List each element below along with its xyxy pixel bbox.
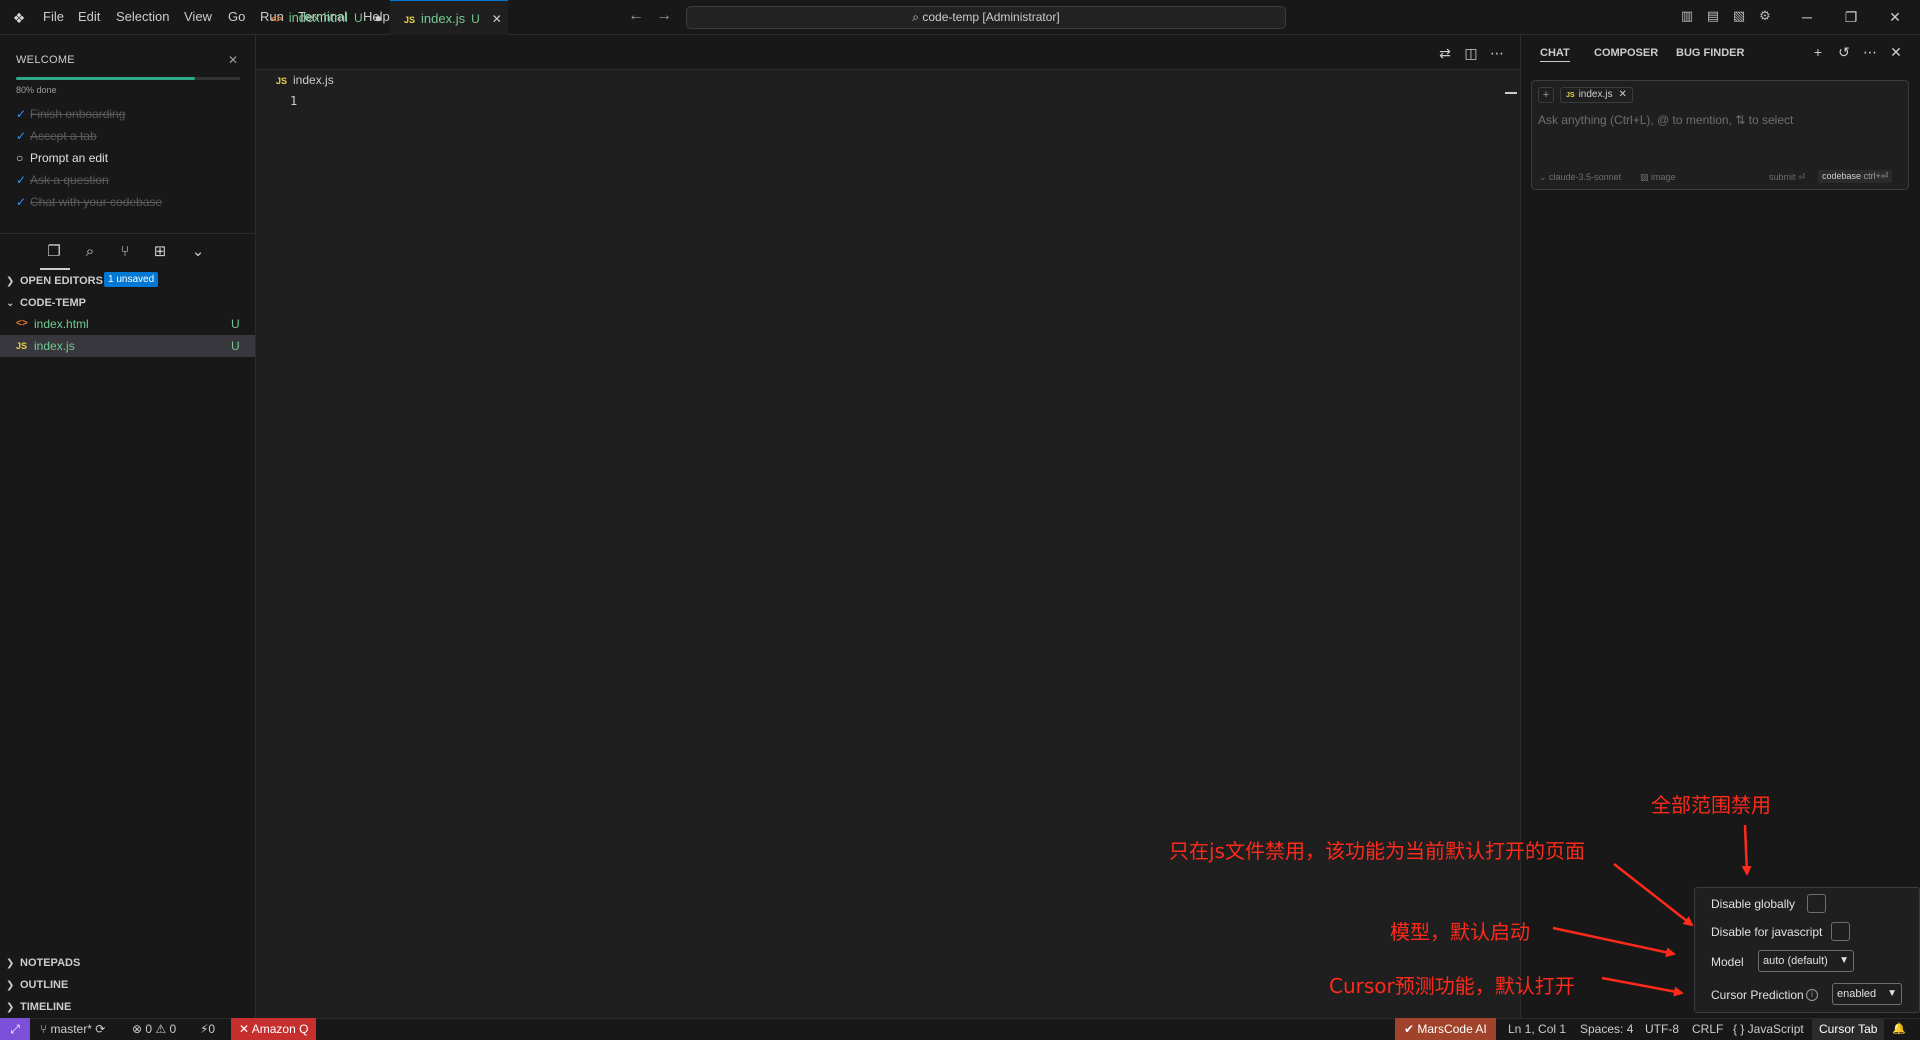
language-mode[interactable]: { } JavaScript bbox=[1733, 1018, 1804, 1040]
notifications-bell-icon[interactable]: 🔔 bbox=[1892, 1018, 1906, 1040]
problems-indicator[interactable]: ⊗ 0 ⚠ 0 bbox=[132, 1018, 176, 1040]
arrow-model bbox=[1552, 926, 1676, 958]
line-ending[interactable]: CRLF bbox=[1692, 1018, 1723, 1040]
cursor-position[interactable]: Ln 1, Col 1 bbox=[1508, 1018, 1566, 1040]
arrow-js-only bbox=[1613, 863, 1694, 927]
marscode-indicator[interactable]: ✔ MarsCode AI bbox=[1395, 1018, 1496, 1040]
annotation-arrows bbox=[1552, 824, 1752, 997]
indentation[interactable]: Spaces: 4 bbox=[1580, 1018, 1633, 1040]
ports-indicator[interactable]: ⚡0 bbox=[200, 1018, 215, 1040]
cursor-tab-indicator[interactable]: Cursor Tab bbox=[1812, 1018, 1885, 1040]
arrow-prediction bbox=[1601, 976, 1684, 997]
encoding[interactable]: UTF-8 bbox=[1645, 1018, 1679, 1040]
sync-icon: ⟳ bbox=[91, 1022, 106, 1036]
arrow-global bbox=[1741, 824, 1752, 876]
amazon-q-indicator[interactable]: ✕ Amazon Q bbox=[231, 1018, 317, 1040]
branch-indicator[interactable]: ⑂ master* ⟳ bbox=[40, 1018, 105, 1040]
remote-indicator[interactable]: ⤢ bbox=[0, 1018, 30, 1040]
branch-icon: ⑂ bbox=[40, 1022, 51, 1036]
